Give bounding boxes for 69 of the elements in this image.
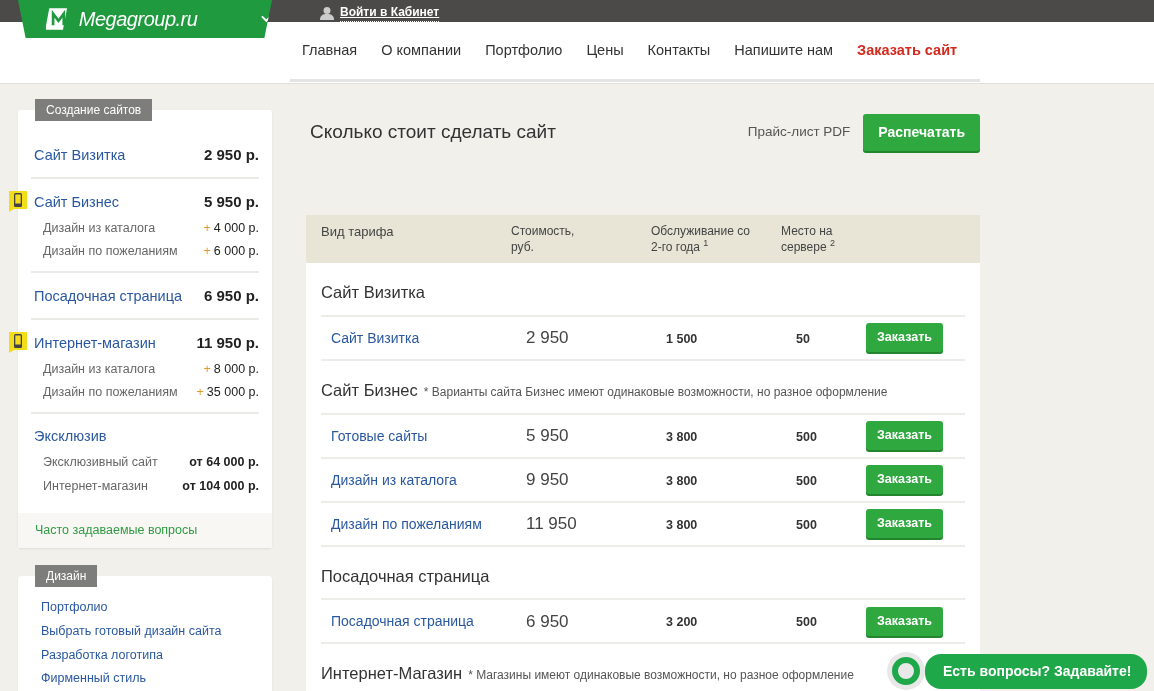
plan-link[interactable]: Готовые сайты	[331, 427, 428, 444]
nav-link[interactable]: Главная	[295, 39, 365, 62]
option-name: Дизайн по пожеланиям	[43, 243, 178, 261]
nav-link[interactable]: Заказать сайт	[850, 39, 965, 62]
group-title: Сайт Визитка	[321, 282, 425, 303]
price-cell: 6 950	[526, 611, 569, 631]
plan-link[interactable]: Сайт Бизнес	[34, 191, 120, 214]
pricelist-link[interactable]: Прайс-лист PDF	[747, 121, 851, 143]
option-price: + 35 000 р.	[196, 384, 259, 402]
option-name: Дизайн из каталога	[43, 360, 156, 378]
option-price: + 8 000 р.	[203, 360, 259, 378]
group-note: * Магазины имеют одинаковые возможности, но разное оформление	[468, 667, 854, 685]
maintenance-cell: 3 800	[666, 429, 698, 444]
plan-price: 6 950 р.	[203, 286, 259, 306]
group-title: Интернет-Магазин	[321, 663, 463, 685]
option-name: Эксклюзивный сайт	[43, 453, 158, 471]
user-icon	[320, 5, 334, 20]
option-price: от 104 000 р.	[182, 477, 259, 495]
option-price: + 4 000 р.	[203, 219, 259, 237]
page-title: Сколько стоит сделать сайт	[310, 120, 557, 144]
group-title: Сайт Бизнес	[321, 379, 418, 401]
section-label: Создание сайтов	[35, 99, 153, 121]
nav-link[interactable]: Контакты	[640, 39, 718, 62]
plan-link[interactable]: Посадочная страница	[331, 613, 474, 630]
plan-link[interactable]: Дизайн по пожеланиям	[331, 515, 482, 532]
group-note: * Варианты сайта Бизнес имеют одинаковые возможности, но разное оформление	[423, 383, 888, 401]
space-cell: 500	[796, 473, 817, 488]
option-name: Дизайн по пожеланиям	[43, 384, 178, 402]
plan-link[interactable]: Интернет-магазин	[34, 332, 156, 355]
plan-link[interactable]: Посадочная страница	[34, 286, 182, 308]
design-link[interactable]: Разработка логотипа	[41, 645, 249, 665]
nav-link[interactable]: Напишите нам	[727, 39, 841, 62]
plan-price: 11 950 р.	[196, 332, 259, 353]
plan-link[interactable]: Сайт Визитка	[331, 329, 420, 346]
section-label: Дизайн	[35, 565, 98, 587]
column-header: Место на сервере $^{2}$	[781, 224, 836, 256]
nav-link[interactable]: Портфолио	[478, 39, 570, 62]
maintenance-cell: 3 800	[666, 517, 698, 532]
logo[interactable]: Megagroup.ru	[18, 0, 272, 38]
nav-link[interactable]: Цены	[579, 39, 631, 62]
maintenance-cell: 3 200	[666, 615, 698, 630]
chat-ring-icon[interactable]	[886, 651, 926, 691]
plan-price: 5 950 р.	[203, 191, 259, 212]
option-name: Интернет-магазин	[43, 477, 148, 495]
space-cell: 500	[796, 429, 817, 444]
design-link[interactable]: Фирменный стиль	[41, 669, 249, 688]
column-header: Вид тарифа	[320, 224, 395, 241]
price-cell: 11 950	[526, 513, 577, 533]
price-cell: 5 950	[526, 425, 569, 445]
plan-link[interactable]: Дизайн из каталога	[331, 471, 457, 488]
plan-link[interactable]: Эксклюзив	[34, 426, 107, 448]
column-header: Обслуживание со 2-го года $^{1}$	[651, 224, 751, 256]
group-title: Посадочная страница	[321, 565, 490, 587]
space-cell: 500	[796, 615, 817, 630]
price-cell: 2 950	[526, 328, 569, 347]
space-cell: 500	[796, 517, 817, 532]
price-cell: 9 950	[526, 469, 569, 489]
nav-link[interactable]: О компании	[374, 39, 469, 62]
option-price: + 6 000 р.	[203, 243, 259, 261]
maintenance-cell: 3 800	[666, 473, 698, 488]
plan-link[interactable]: Сайт Визитка	[34, 145, 126, 167]
option-name: Дизайн из каталога	[43, 219, 156, 237]
maintenance-cell: 1 500	[666, 331, 698, 346]
column-header: Стоимость, руб.	[511, 224, 576, 256]
design-link[interactable]: Выбрать готовый дизайн сайта	[41, 621, 249, 641]
design-link[interactable]: Портфолио	[41, 598, 249, 617]
option-price: от 64 000 р.	[189, 453, 259, 471]
plan-price: 2 950 р.	[203, 145, 259, 165]
space-cell: 50	[796, 331, 810, 346]
